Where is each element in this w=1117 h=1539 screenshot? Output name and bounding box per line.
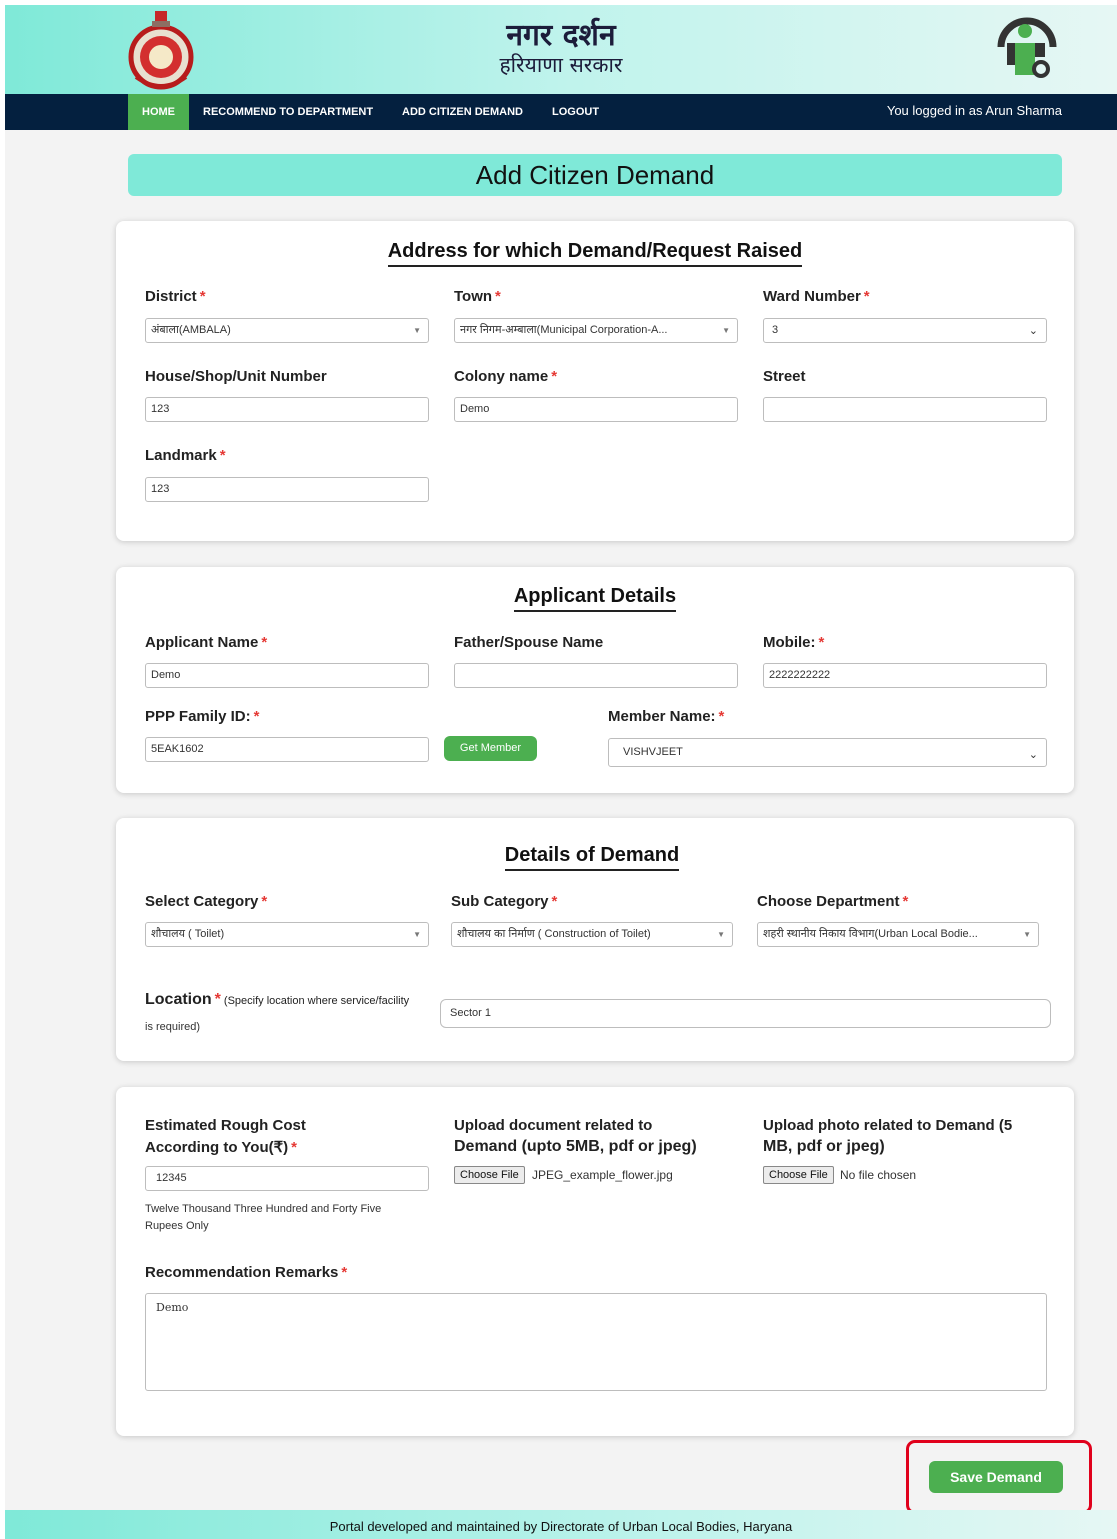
district-select[interactable]: अंबाला(AMBALA) ▼: [145, 318, 429, 343]
ward-select[interactable]: 3 ⌄: [763, 318, 1047, 343]
street-label: Street: [763, 368, 806, 385]
ppp-id-label: PPP Family ID: *: [145, 708, 260, 725]
save-demand-button[interactable]: Save Demand: [929, 1461, 1063, 1493]
photo-choose-file-button[interactable]: Choose File: [763, 1166, 834, 1184]
father-name-input[interactable]: [454, 663, 738, 688]
location-input[interactable]: Sector 1: [440, 999, 1051, 1028]
info-logo-icon: [997, 17, 1057, 78]
get-member-button[interactable]: Get Member: [444, 736, 537, 761]
landmark-input[interactable]: 123: [145, 477, 429, 502]
colony-input[interactable]: Demo: [454, 397, 738, 422]
chevron-down-icon: ⌄: [1028, 325, 1038, 337]
location-label: Location * (Specify location where service…: [145, 991, 410, 1008]
dropdown-arrow-icon: ▼: [717, 930, 725, 939]
photo-file-status: No file chosen: [840, 1168, 917, 1182]
doc-choose-file-button[interactable]: Choose File: [454, 1166, 525, 1184]
doc-upload-label-line1: Upload document related to: [454, 1117, 653, 1134]
ward-label: Ward Number *: [763, 288, 870, 305]
brand-subtitle: हरियाणा सरकार: [499, 53, 623, 77]
chevron-down-icon: ⌄: [1028, 749, 1038, 761]
applicant-name-label: Applicant Name *: [145, 634, 268, 651]
town-label: Town *: [454, 288, 501, 305]
applicant-card: Applicant Details Applicant Name * Demo F…: [116, 567, 1074, 793]
photo-upload-label-line1: Upload photo related to Demand (5: [763, 1117, 1013, 1134]
colony-label: Colony name *: [454, 368, 558, 385]
category-select[interactable]: शौचालय ( Toilet) ▼: [145, 922, 429, 947]
nav-home[interactable]: HOME: [128, 94, 189, 130]
dropdown-arrow-icon: ▼: [722, 326, 730, 335]
house-number-input[interactable]: 123: [145, 397, 429, 422]
subcategory-select[interactable]: शौचालय का निर्माण ( Construction of Toil…: [451, 922, 733, 947]
house-label: House/Shop/Unit Number: [145, 368, 327, 385]
department-select[interactable]: शहरी स्थानीय निकाय विभाग(Urban Local Bod…: [757, 922, 1039, 947]
nav-recommend-to-department[interactable]: RECOMMEND TO DEPARTMENT: [203, 94, 373, 130]
dropdown-arrow-icon: ▼: [413, 326, 421, 335]
main-nav: HOME RECOMMEND TO DEPARTMENT ADD CITIZEN…: [5, 94, 1117, 130]
doc-file-name: JPEG_example_flower.jpg: [532, 1168, 673, 1182]
doc-upload-label-line2: Demand (upto 5MB, pdf or jpeg): [454, 1138, 697, 1155]
remarks-textarea[interactable]: Demo: [145, 1293, 1047, 1391]
address-section-title: Address for which Demand/Request Raised: [116, 240, 1074, 267]
department-label: Choose Department *: [757, 893, 909, 910]
father-name-label: Father/Spouse Name: [454, 634, 604, 651]
cost-in-words-line2: Rupees Only: [145, 1220, 209, 1232]
cost-label-line2: According to You(₹) *: [145, 1139, 297, 1156]
applicant-section-title: Applicant Details: [116, 585, 1074, 612]
logged-in-user: You logged in as Arun Sharma: [886, 103, 1062, 118]
category-label: Select Category *: [145, 893, 268, 910]
page: नगर दर्शन हरियाणा सरकार HOME RECOMMEND T…: [5, 5, 1117, 1539]
applicant-name-input[interactable]: Demo: [145, 663, 429, 688]
street-input[interactable]: [763, 397, 1047, 422]
cost-label-line1: Estimated Rough Cost: [145, 1117, 306, 1134]
landmark-label: Landmark *: [145, 447, 226, 464]
mobile-label: Mobile: *: [763, 634, 825, 651]
remarks-label: Recommendation Remarks *: [145, 1264, 348, 1281]
dropdown-arrow-icon: ▼: [1023, 930, 1031, 939]
dropdown-arrow-icon: ▼: [413, 930, 421, 939]
cost-remarks-card: Estimated Rough Cost According to You(₹)…: [116, 1087, 1074, 1436]
page-title: Add Citizen Demand: [128, 154, 1062, 196]
ppp-id-input[interactable]: 5EAK1602: [145, 737, 429, 762]
mobile-input[interactable]: 2222222222: [763, 663, 1047, 688]
estimated-cost-input[interactable]: 12345: [145, 1166, 429, 1191]
photo-upload-label-line2: MB, pdf or jpeg): [763, 1138, 885, 1155]
location-hint: is required): [145, 1021, 201, 1033]
nav-logout[interactable]: LOGOUT: [552, 94, 599, 130]
brand-title: नगर दर्शन: [506, 18, 616, 53]
subcategory-label: Sub Category *: [451, 893, 558, 910]
member-name-label: Member Name: *: [608, 708, 725, 725]
demand-section-title: Details of Demand: [116, 844, 1068, 871]
town-select[interactable]: नगर निगम-अम्बाला(Municipal Corporation-A…: [454, 318, 738, 343]
demand-details-card: Details of Demand Select Category * शौचाल…: [116, 818, 1074, 1061]
footer: Portal developed and maintained by Direc…: [5, 1510, 1117, 1539]
address-card: Address for which Demand/Request Raised …: [116, 221, 1074, 541]
member-name-select[interactable]: VISHVJEET ⌄: [608, 738, 1047, 767]
cost-in-words-line1: Twelve Thousand Three Hundred and Forty …: [145, 1203, 382, 1215]
district-label: District *: [145, 288, 206, 305]
header: नगर दर्शन हरियाणा सरकार: [5, 5, 1117, 94]
nav-add-citizen-demand[interactable]: ADD CITIZEN DEMAND: [402, 94, 523, 130]
